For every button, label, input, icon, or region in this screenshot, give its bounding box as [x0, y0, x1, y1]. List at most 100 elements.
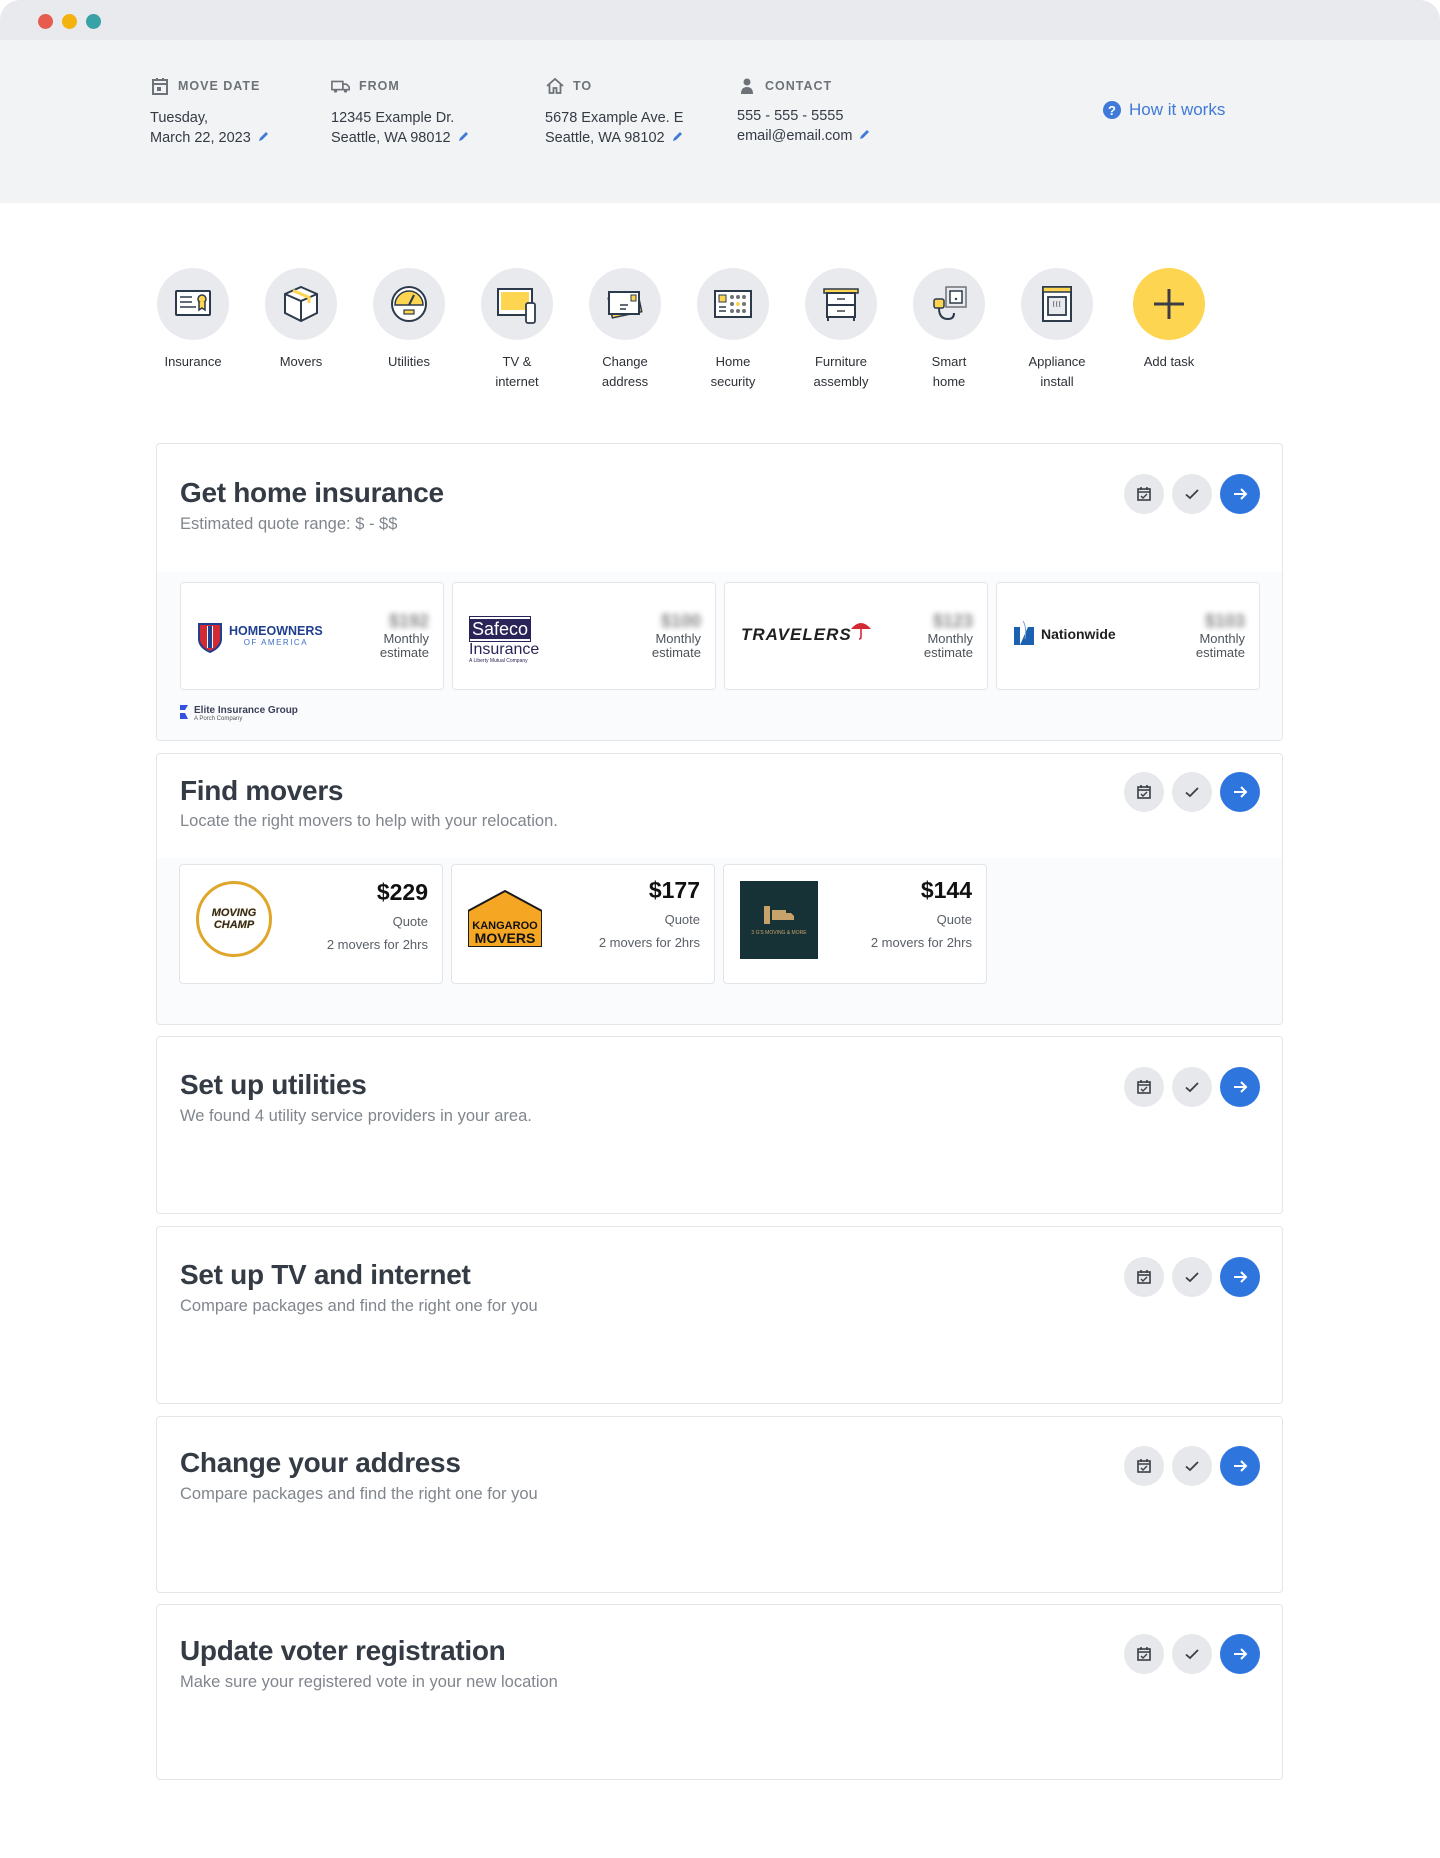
dresser-icon [823, 288, 859, 321]
category-label: Change address [601, 354, 649, 389]
title-bar [0, 0, 1440, 40]
mover-detail: 2 movers for 2hrs [870, 935, 972, 950]
arrow-right-icon [1234, 488, 1248, 500]
task-title: Update voter registration [180, 1635, 506, 1666]
homeowners-shield-logo [198, 623, 222, 653]
category-label: Add task [1143, 354, 1195, 369]
category-row: Insurance Movers Utilities TV & internet… [0, 268, 1440, 389]
edit-pencil-icon[interactable] [671, 131, 683, 143]
add-task-button[interactable]: Add task [1114, 268, 1224, 372]
how-it-works-link[interactable]: ? How it works [1103, 100, 1225, 120]
schedule-button[interactable] [1124, 474, 1164, 514]
provider-tile[interactable]: TRAVELERS $123 Monthly estimate [724, 582, 988, 690]
category-label: Insurance [164, 354, 222, 369]
quote-label: Quote [392, 914, 428, 929]
price-label: Monthly [383, 631, 429, 646]
close-window-button[interactable] [38, 14, 53, 29]
schedule-button[interactable] [1124, 1634, 1164, 1674]
calendar-icon [152, 78, 168, 95]
price-label: Monthly [927, 631, 973, 646]
arrow-right-icon [1234, 1271, 1248, 1283]
schedule-button[interactable] [1124, 1446, 1164, 1486]
task-subtitle: Compare packages and find the right one … [180, 1485, 538, 1503]
mark-complete-button[interactable] [1172, 1257, 1212, 1297]
task-card-utilities: Set up utilities We found 4 utility serv… [156, 1036, 1283, 1214]
move-date-value: March 22, 2023 [150, 130, 251, 146]
contact-phone: 555 - 555 - 5555 [737, 108, 844, 124]
category-furniture-assembly[interactable]: Furniture assembly [786, 268, 896, 392]
provider-tile[interactable]: HOMEOWNERS OF AMERICA $192 Monthly estim… [180, 582, 444, 690]
category-insurance[interactable]: Insurance [138, 268, 248, 372]
category-label: Utilities [388, 354, 430, 369]
calendar-check-icon [1137, 1647, 1151, 1661]
edit-pencil-icon[interactable] [257, 131, 269, 143]
from-label: FROM [359, 79, 400, 93]
task-title: Set up utilities [180, 1069, 367, 1100]
schedule-button[interactable] [1124, 1067, 1164, 1107]
task-title: Find movers [180, 775, 344, 806]
certificate-icon [175, 290, 211, 316]
mark-complete-button[interactable] [1172, 772, 1212, 812]
mark-complete-button[interactable] [1172, 1446, 1212, 1486]
category-label: Home security [710, 354, 756, 389]
mover-tile[interactable]: KANGAROO MOVERS $177 Quote 2 movers for 2… [451, 864, 715, 984]
category-home-security[interactable]: Home security [678, 268, 788, 392]
oven-icon [1042, 286, 1072, 322]
task-subtitle: Compare packages and find the right one … [180, 1297, 538, 1315]
minimize-window-button[interactable] [62, 14, 77, 29]
category-change-address[interactable]: Change address [570, 268, 680, 392]
mover-providers-tray: MOVING CHAMP $229 Quote 2 movers for 2hr… [157, 858, 1282, 1024]
truck-icon [764, 906, 794, 924]
price-label: estimate [923, 645, 973, 660]
task-card-change-address: Change your address Compare packages and… [156, 1416, 1283, 1593]
provider-name: HOMEOWNERS [229, 624, 323, 638]
category-utilities[interactable]: Utilities [354, 268, 464, 372]
category-movers[interactable]: Movers [246, 268, 356, 372]
task-subtitle: Estimated quote range: $ - $$ [180, 515, 398, 533]
mover-price: $229 [376, 879, 428, 905]
provider-price: $123 [932, 611, 973, 631]
provider-subname: Insurance [469, 641, 540, 658]
to-section: TO 5678 Example Ave. E Seattle, WA 98102 [545, 76, 683, 148]
open-task-button[interactable] [1220, 1446, 1260, 1486]
category-smart-home[interactable]: Smart home [894, 268, 1004, 392]
category-tv-internet[interactable]: TV & internet [462, 268, 572, 392]
mover-tile[interactable]: 3 G'S MOVING & MORE $144 Quote 2 movers … [723, 864, 987, 984]
partner-name: Elite Insurance Group [194, 705, 298, 716]
calendar-check-icon [1137, 487, 1151, 501]
how-it-works-label: How it works [1129, 100, 1226, 119]
person-icon [741, 78, 753, 94]
edit-pencil-icon[interactable] [858, 129, 870, 141]
provider-tile[interactable]: Safeco Insurance A Liberty Mutual Compan… [452, 582, 716, 690]
schedule-button[interactable] [1124, 772, 1164, 812]
home-icon [546, 77, 564, 94]
umbrella-logo [850, 623, 871, 640]
move-info-bar: MOVE DATE Tuesday, March 22, 2023 FROM 1… [0, 40, 1440, 203]
schedule-button[interactable] [1124, 1257, 1164, 1297]
quote-label: Quote [936, 912, 972, 927]
contact-email: email@email.com [737, 128, 853, 144]
open-task-button[interactable] [1220, 772, 1260, 812]
price-label: Monthly [655, 631, 701, 646]
provider-tile[interactable]: Nationwide $103 Monthly estimate [996, 582, 1260, 690]
check-icon [1185, 787, 1199, 798]
open-task-button[interactable] [1220, 1067, 1260, 1107]
maximize-window-button[interactable] [86, 14, 101, 29]
open-task-button[interactable] [1220, 1634, 1260, 1674]
meter-icon [391, 286, 427, 322]
mark-complete-button[interactable] [1172, 1067, 1212, 1107]
category-appliance-install[interactable]: Appliance install [1002, 268, 1112, 392]
plus-icon [1154, 289, 1184, 319]
open-task-button[interactable] [1220, 474, 1260, 514]
open-task-button[interactable] [1220, 1257, 1260, 1297]
mark-complete-button[interactable] [1172, 474, 1212, 514]
task-card-tv-internet: Set up TV and internet Compare packages … [156, 1226, 1283, 1404]
from-address-line1: 12345 Example Dr. [331, 110, 455, 126]
mover-detail: 2 movers for 2hrs [598, 935, 700, 950]
edit-pencil-icon[interactable] [457, 131, 469, 143]
price-label: estimate [379, 645, 429, 660]
mark-complete-button[interactable] [1172, 1634, 1212, 1674]
provider-price: $100 [660, 611, 701, 631]
mover-tile[interactable]: MOVING CHAMP $229 Quote 2 movers for 2hr… [179, 864, 443, 984]
insurance-providers-tray: HOMEOWNERS OF AMERICA $192 Monthly estim… [157, 572, 1282, 740]
